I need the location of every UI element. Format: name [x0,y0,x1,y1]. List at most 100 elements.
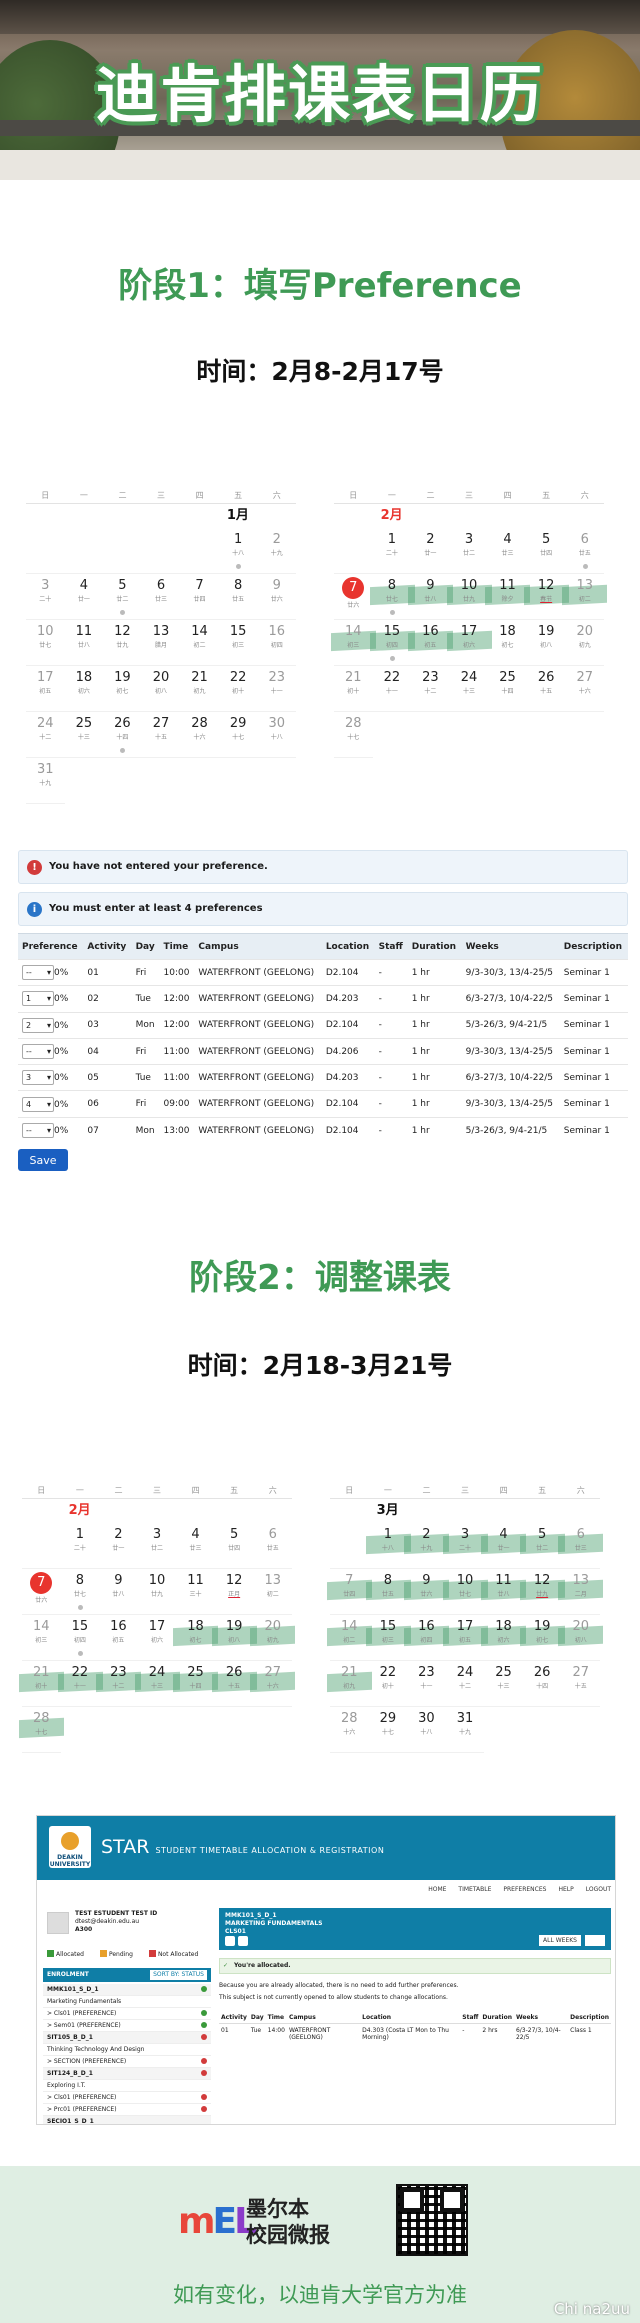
day-cell[interactable]: 11 廿八 [484,1569,523,1615]
day-cell[interactable]: 23 十一 [407,1661,446,1707]
day-cell[interactable]: 9 廿六 [257,574,296,620]
day-cell[interactable]: 18 初六 [64,666,104,712]
day-cell[interactable]: 27 十六 [565,666,604,712]
day-cell[interactable]: 5 廿四 [214,1523,254,1569]
list-item[interactable]: MMK101_S_D_1 [43,1984,211,1996]
day-cell[interactable]: 7 廿四 [330,1569,369,1615]
day-cell[interactable]: 2 廿一 [99,1523,138,1569]
day-cell[interactable]: 20 初八 [141,666,181,712]
table-row[interactable]: --0%04Fri11:00WATERFRONT (GEELONG)D4.206… [18,1037,628,1065]
day-cell[interactable]: 20 初九 [565,620,604,666]
list-item[interactable]: > Cls01 (PREFERENCE) [43,2092,211,2104]
filter-icon[interactable] [225,1936,235,1946]
day-cell[interactable]: 14 初二 [180,620,219,666]
nav-link[interactable]: HELP [558,1886,573,1893]
list-item[interactable]: > SECTION (PREFERENCE) [43,2056,211,2068]
list-item[interactable]: SECIO1_S_D_1 [43,2116,211,2124]
day-cell[interactable]: 9 廿八 [411,574,450,620]
day-cell[interactable]: 25 十三 [484,1661,523,1707]
day-cell[interactable]: 22 初十 [218,666,258,712]
day-cell[interactable]: 8 廿七 [372,574,412,620]
day-cell[interactable]: 18 初六 [484,1615,523,1661]
day-cell[interactable]: 3 廿二 [137,1523,177,1569]
day-cell[interactable]: 4 廿一 [64,574,104,620]
day-cell[interactable]: 28 十七 [334,712,373,758]
day-cell[interactable]: 16 初五 [99,1615,138,1661]
day-cell[interactable]: 7 廿四 [180,574,219,620]
day-cell[interactable]: 30 十八 [407,1707,446,1753]
day-cell[interactable]: 19 初八 [526,620,566,666]
day-cell[interactable]: 13 二月 [561,1569,600,1615]
day-cell[interactable]: 24 十二 [26,712,65,758]
day-cell[interactable]: 16 初四 [407,1615,446,1661]
day-cell[interactable]: 23 十二 [411,666,450,712]
day-cell[interactable]: 3 二十 [445,1523,485,1569]
preference-select[interactable]: -- [22,1044,54,1060]
day-cell[interactable]: 3 二十 [26,574,65,620]
day-cell[interactable]: 24 十三 [449,666,489,712]
day-cell[interactable]: 6 廿五 [565,528,604,574]
day-cell[interactable]: 8 廿五 [218,574,258,620]
day-cell[interactable]: 9 廿八 [99,1569,138,1615]
day-cell[interactable]: 24 十三 [137,1661,177,1707]
list-item[interactable]: SIT124_B_D_1 [43,2068,211,2080]
day-cell[interactable]: 21 初十 [334,666,373,712]
sort-dropdown[interactable]: SORT BY: STATUS [150,1970,207,1980]
table-row[interactable]: --0%01Fri10:00WATERFRONT (GEELONG)D2.104… [18,958,628,986]
save-button[interactable]: Save [18,1149,68,1171]
preference-select[interactable]: 1 [22,991,54,1007]
day-cell[interactable]: 16 初五 [411,620,450,666]
day-cell[interactable]: 25 十四 [488,666,527,712]
day-cell[interactable]: 2 十九 [407,1523,446,1569]
day-cell[interactable]: 18 初七 [176,1615,215,1661]
day-cell[interactable]: 8 廿五 [368,1569,408,1615]
list-item[interactable]: > Sem01 (PREFERENCE) [43,2020,211,2032]
day-cell[interactable]: 19 初八 [214,1615,254,1661]
preference-select[interactable]: -- [22,965,54,981]
day-cell[interactable]: 5 廿四 [526,528,566,574]
day-cell[interactable]: 6 廿三 [141,574,181,620]
preference-select[interactable]: 3 [22,1070,54,1086]
day-cell[interactable]: 22 十一 [60,1661,100,1707]
day-cell[interactable]: 25 十三 [64,712,104,758]
list-item[interactable]: Exploring I.T. [43,2080,211,2092]
day-cell[interactable]: 5 廿二 [522,1523,562,1569]
day-cell[interactable]: 17 初五 [26,666,65,712]
day-cell[interactable]: 12 正月 [214,1569,254,1615]
day-cell[interactable]: 26 十四 [103,712,142,758]
preference-select[interactable]: 4 [22,1096,54,1112]
day-cell[interactable]: 10 廿七 [445,1569,485,1615]
day-cell[interactable]: 26 十四 [522,1661,562,1707]
day-cell[interactable]: 1 二十 [60,1523,100,1569]
day-cell[interactable]: 15 初四 [60,1615,100,1661]
day-cell[interactable]: 7 廿六 [22,1569,61,1615]
day-cell[interactable]: 4 廿一 [484,1523,523,1569]
day-cell[interactable]: 17 初六 [137,1615,177,1661]
day-cell[interactable]: 12 春节 [526,574,566,620]
table-row[interactable]: 20%03Mon12:00WATERFRONT (GEELONG)D2.104-… [18,1011,628,1039]
day-cell[interactable]: 8 廿七 [60,1569,100,1615]
day-cell[interactable]: 28 十六 [330,1707,369,1753]
day-cell[interactable]: 1 十八 [368,1523,408,1569]
nav-link[interactable]: LOGOUT [586,1886,611,1893]
day-cell[interactable]: 29 十七 [368,1707,408,1753]
day-cell[interactable]: 27 十五 [561,1661,600,1707]
day-cell[interactable]: 14 初二 [330,1615,369,1661]
day-cell[interactable]: 26 十五 [526,666,566,712]
day-cell[interactable]: 2 廿一 [411,528,450,574]
view-toggle[interactable] [585,1935,605,1946]
day-cell[interactable]: 23 十二 [99,1661,138,1707]
nav-link[interactable]: TIMETABLE [458,1886,491,1893]
day-cell[interactable]: 3 廿二 [449,528,489,574]
day-cell[interactable]: 9 廿六 [407,1569,446,1615]
day-cell[interactable]: 1 二十 [372,528,412,574]
day-cell[interactable]: 11 除夕 [488,574,527,620]
day-cell[interactable]: 27 十六 [253,1661,292,1707]
day-cell[interactable]: 14 初三 [22,1615,61,1661]
day-cell[interactable]: 28 十六 [180,712,219,758]
all-weeks-button[interactable]: ALL WEEKS [539,1935,581,1946]
refresh-icon[interactable] [238,1936,248,1946]
day-cell[interactable]: 12 廿九 [522,1569,562,1615]
day-cell[interactable]: 21 初十 [22,1661,61,1707]
day-cell[interactable]: 17 初六 [449,620,489,666]
